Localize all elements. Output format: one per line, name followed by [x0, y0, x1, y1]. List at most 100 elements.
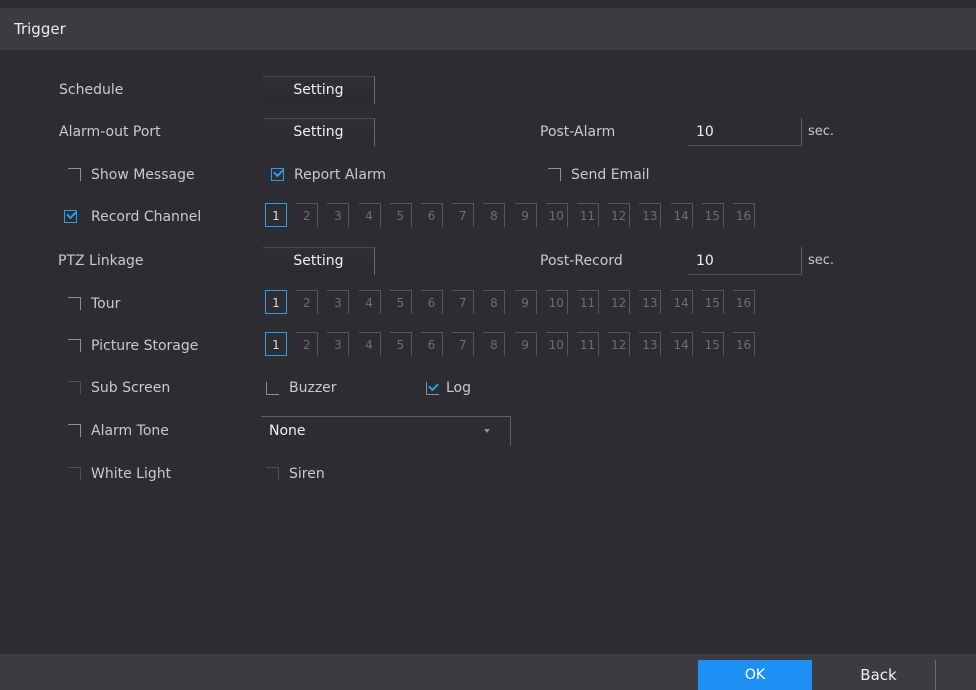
buzzer-label: Buzzer — [289, 380, 337, 396]
channel-5-button[interactable]: 5 — [389, 203, 412, 227]
chevron-down-icon — [484, 429, 490, 433]
channel-14-button[interactable]: 14 — [670, 332, 693, 356]
channel-8-button[interactable]: 8 — [483, 332, 506, 356]
channel-3-button[interactable]: 3 — [327, 203, 350, 227]
alarm-tone-select[interactable]: None — [261, 416, 511, 446]
channel-1-button[interactable]: 1 — [265, 332, 287, 356]
record-channel-row: Record Channel 1 2 3 4 5 6 7 8 9 10 11 12 13 14 15 16 — [0, 202, 976, 232]
alarm-tone-row: Alarm Tone None — [0, 416, 976, 446]
post-alarm-unit: sec. — [808, 124, 835, 139]
alarm-tone-checkbox[interactable] — [68, 424, 81, 437]
record-channel-label: Record Channel — [91, 209, 202, 225]
dialog-title: Trigger — [14, 20, 66, 38]
log-label: Log — [446, 380, 472, 396]
sub-screen-label: Sub Screen — [91, 380, 171, 396]
schedule-label: Schedule — [59, 82, 124, 98]
channel-13-button[interactable]: 13 — [639, 290, 662, 314]
sub-screen-checkbox[interactable] — [68, 381, 81, 394]
alarm-out-row: Alarm-out Port Setting Post-Alarm 10 sec… — [0, 117, 976, 147]
channel-12-button[interactable]: 12 — [608, 332, 631, 356]
channel-7-button[interactable]: 7 — [452, 203, 475, 227]
channel-4-button[interactable]: 4 — [358, 290, 381, 314]
channel-9-button[interactable]: 9 — [514, 332, 537, 356]
channel-16-button[interactable]: 16 — [733, 332, 755, 356]
send-email-label: Send Email — [571, 167, 650, 183]
picture-storage-checkbox[interactable] — [68, 339, 81, 352]
ptz-setting-button[interactable]: Setting — [263, 247, 375, 275]
trigger-settings: Schedule Setting Alarm-out Port Setting … — [0, 50, 976, 654]
post-record-input[interactable]: 10 — [688, 247, 802, 275]
channel-14-button[interactable]: 14 — [670, 203, 693, 227]
schedule-setting-button[interactable]: Setting — [263, 76, 375, 104]
white-light-checkbox[interactable] — [68, 467, 81, 480]
channel-1-button[interactable]: 1 — [265, 203, 287, 227]
siren-checkbox[interactable] — [266, 467, 279, 480]
channel-14-button[interactable]: 14 — [670, 290, 693, 314]
channel-2-button[interactable]: 2 — [296, 290, 319, 314]
light-row: White Light Siren — [0, 459, 976, 489]
alarm-tone-value: None — [269, 423, 306, 439]
notify-row: Show Message Report Alarm Send Email — [0, 160, 976, 190]
ptz-row: PTZ Linkage Setting Post-Record 10 sec. — [0, 246, 976, 276]
title-bar: Trigger — [0, 8, 976, 50]
channel-10-button[interactable]: 10 — [545, 290, 568, 314]
post-record-unit: sec. — [808, 253, 835, 268]
channel-13-button[interactable]: 13 — [639, 203, 662, 227]
show-message-checkbox[interactable] — [68, 168, 81, 181]
back-button[interactable]: Back — [822, 660, 936, 690]
channel-13-button[interactable]: 13 — [639, 332, 662, 356]
channel-4-button[interactable]: 4 — [358, 332, 381, 356]
alarm-out-setting-button[interactable]: Setting — [263, 118, 375, 146]
tour-checkbox[interactable] — [68, 297, 81, 310]
channel-11-button[interactable]: 11 — [577, 290, 599, 314]
channel-8-button[interactable]: 8 — [483, 203, 506, 227]
channel-16-button[interactable]: 16 — [733, 290, 755, 314]
trigger-dialog: Trigger Schedule Setting Alarm-out Port … — [0, 0, 976, 690]
channel-15-button[interactable]: 15 — [701, 290, 724, 314]
record-channel-checkbox[interactable] — [64, 210, 77, 223]
channel-11-button[interactable]: 11 — [577, 332, 599, 356]
ok-button[interactable]: OK — [698, 660, 812, 690]
channel-10-button[interactable]: 10 — [545, 332, 568, 356]
tour-label: Tour — [91, 296, 121, 312]
channel-5-button[interactable]: 5 — [389, 290, 412, 314]
channel-12-button[interactable]: 12 — [608, 203, 631, 227]
channel-5-button[interactable]: 5 — [389, 332, 412, 356]
schedule-row: Schedule Setting — [0, 75, 976, 105]
alarm-tone-label: Alarm Tone — [91, 423, 169, 439]
siren-label: Siren — [289, 466, 325, 482]
channel-16-button[interactable]: 16 — [733, 203, 755, 227]
channel-6-button[interactable]: 6 — [421, 290, 443, 314]
log-checkbox[interactable] — [426, 382, 439, 395]
picture-storage-row: Picture Storage 1 2 3 4 5 6 7 8 9 10 11 12 13 14 15 16 — [0, 331, 976, 361]
channel-12-button[interactable]: 12 — [608, 290, 631, 314]
send-email-checkbox[interactable] — [548, 168, 561, 181]
white-light-label: White Light — [91, 466, 172, 482]
channel-9-button[interactable]: 9 — [514, 203, 537, 227]
channel-6-button[interactable]: 6 — [421, 203, 443, 227]
report-alarm-label: Report Alarm — [294, 167, 387, 183]
channel-7-button[interactable]: 7 — [452, 332, 475, 356]
picture-storage-label: Picture Storage — [91, 338, 199, 354]
report-alarm-checkbox[interactable] — [271, 168, 284, 181]
channel-8-button[interactable]: 8 — [483, 290, 506, 314]
post-record-label: Post-Record — [540, 253, 623, 269]
post-alarm-label: Post-Alarm — [540, 124, 616, 140]
channel-3-button[interactable]: 3 — [327, 290, 350, 314]
channel-7-button[interactable]: 7 — [452, 290, 475, 314]
channel-2-button[interactable]: 2 — [296, 203, 319, 227]
channel-11-button[interactable]: 11 — [577, 203, 599, 227]
channel-4-button[interactable]: 4 — [358, 203, 381, 227]
post-alarm-input[interactable]: 10 — [688, 118, 802, 146]
channel-2-button[interactable]: 2 — [296, 332, 319, 356]
output-row: Sub Screen Buzzer Log — [0, 373, 976, 403]
footer-bar: OK Back — [0, 654, 976, 690]
channel-15-button[interactable]: 15 — [701, 332, 724, 356]
channel-15-button[interactable]: 15 — [701, 203, 724, 227]
channel-9-button[interactable]: 9 — [514, 290, 537, 314]
buzzer-checkbox[interactable] — [266, 382, 279, 395]
channel-6-button[interactable]: 6 — [421, 332, 443, 356]
channel-1-button[interactable]: 1 — [265, 290, 287, 314]
channel-3-button[interactable]: 3 — [327, 332, 350, 356]
channel-10-button[interactable]: 10 — [545, 203, 568, 227]
